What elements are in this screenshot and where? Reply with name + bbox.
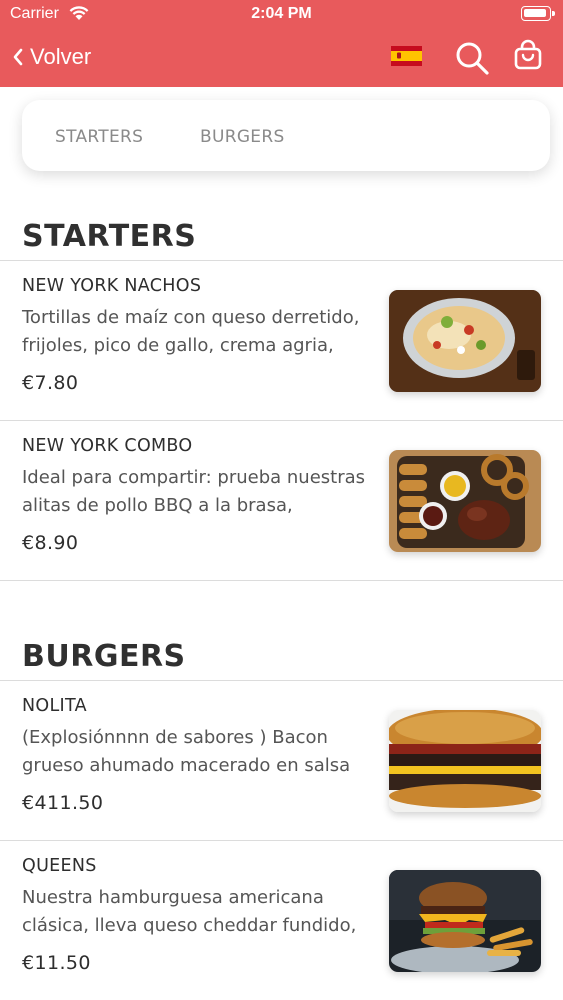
tab-starters[interactable]: STARTERS (55, 127, 143, 147)
divider (0, 580, 563, 581)
status-time: 2:04 PM (251, 5, 312, 22)
shopping-bag-icon[interactable] (512, 39, 544, 71)
item-price: €8.90 (22, 532, 79, 554)
menu-item-queens[interactable]: QUEENS Nuestra hamburguesa americana clá… (0, 840, 563, 1000)
item-description: Nuestra hamburguesa americana clásica, l… (22, 887, 357, 936)
tab-burgers[interactable]: BURGERS (200, 127, 285, 147)
menu-item-nolita[interactable]: NOLITA (Explosiónnnn de sabores ) Bacon … (0, 680, 563, 840)
item-name: QUEENS (22, 856, 97, 876)
back-label: Volver (30, 44, 92, 69)
spain-flag-icon[interactable] (391, 46, 422, 66)
nolita-burger-image (389, 710, 541, 812)
status-bar: Carrier 2:04 PM (0, 0, 563, 30)
section-title-starters: STARTERS (22, 219, 197, 254)
header-bar: Carrier 2:04 PM Volver (0, 0, 563, 87)
menu-item-new-york-nachos[interactable]: NEW YORK NACHOS Tortillas de maíz con qu… (0, 260, 563, 420)
item-name: NEW YORK NACHOS (22, 276, 202, 296)
item-price: €411.50 (22, 792, 104, 814)
item-name: NOLITA (22, 696, 87, 716)
item-price: €7.80 (22, 372, 79, 394)
category-tab-bar: STARTERS BURGERS (22, 100, 550, 171)
item-description: (Explosiónnnn de sabores ) Bacon grueso … (22, 727, 351, 776)
nachos-image (389, 290, 541, 392)
battery-icon (521, 6, 555, 21)
section-title-burgers: BURGERS (22, 639, 186, 674)
chevron-left-icon (13, 48, 23, 66)
queens-burger-image (389, 870, 541, 972)
item-description: Ideal para compartir: prueba nuestras al… (22, 467, 366, 516)
item-description: Tortillas de maíz con queso derretido, f… (22, 307, 360, 356)
menu-item-new-york-combo[interactable]: NEW YORK COMBO Ideal para compartir: pru… (0, 420, 563, 580)
back-button[interactable]: Volver (12, 42, 91, 72)
combo-platter-image (389, 450, 541, 552)
item-price: €11.50 (22, 952, 91, 974)
item-name: NEW YORK COMBO (22, 436, 193, 456)
search-icon[interactable] (454, 40, 490, 76)
